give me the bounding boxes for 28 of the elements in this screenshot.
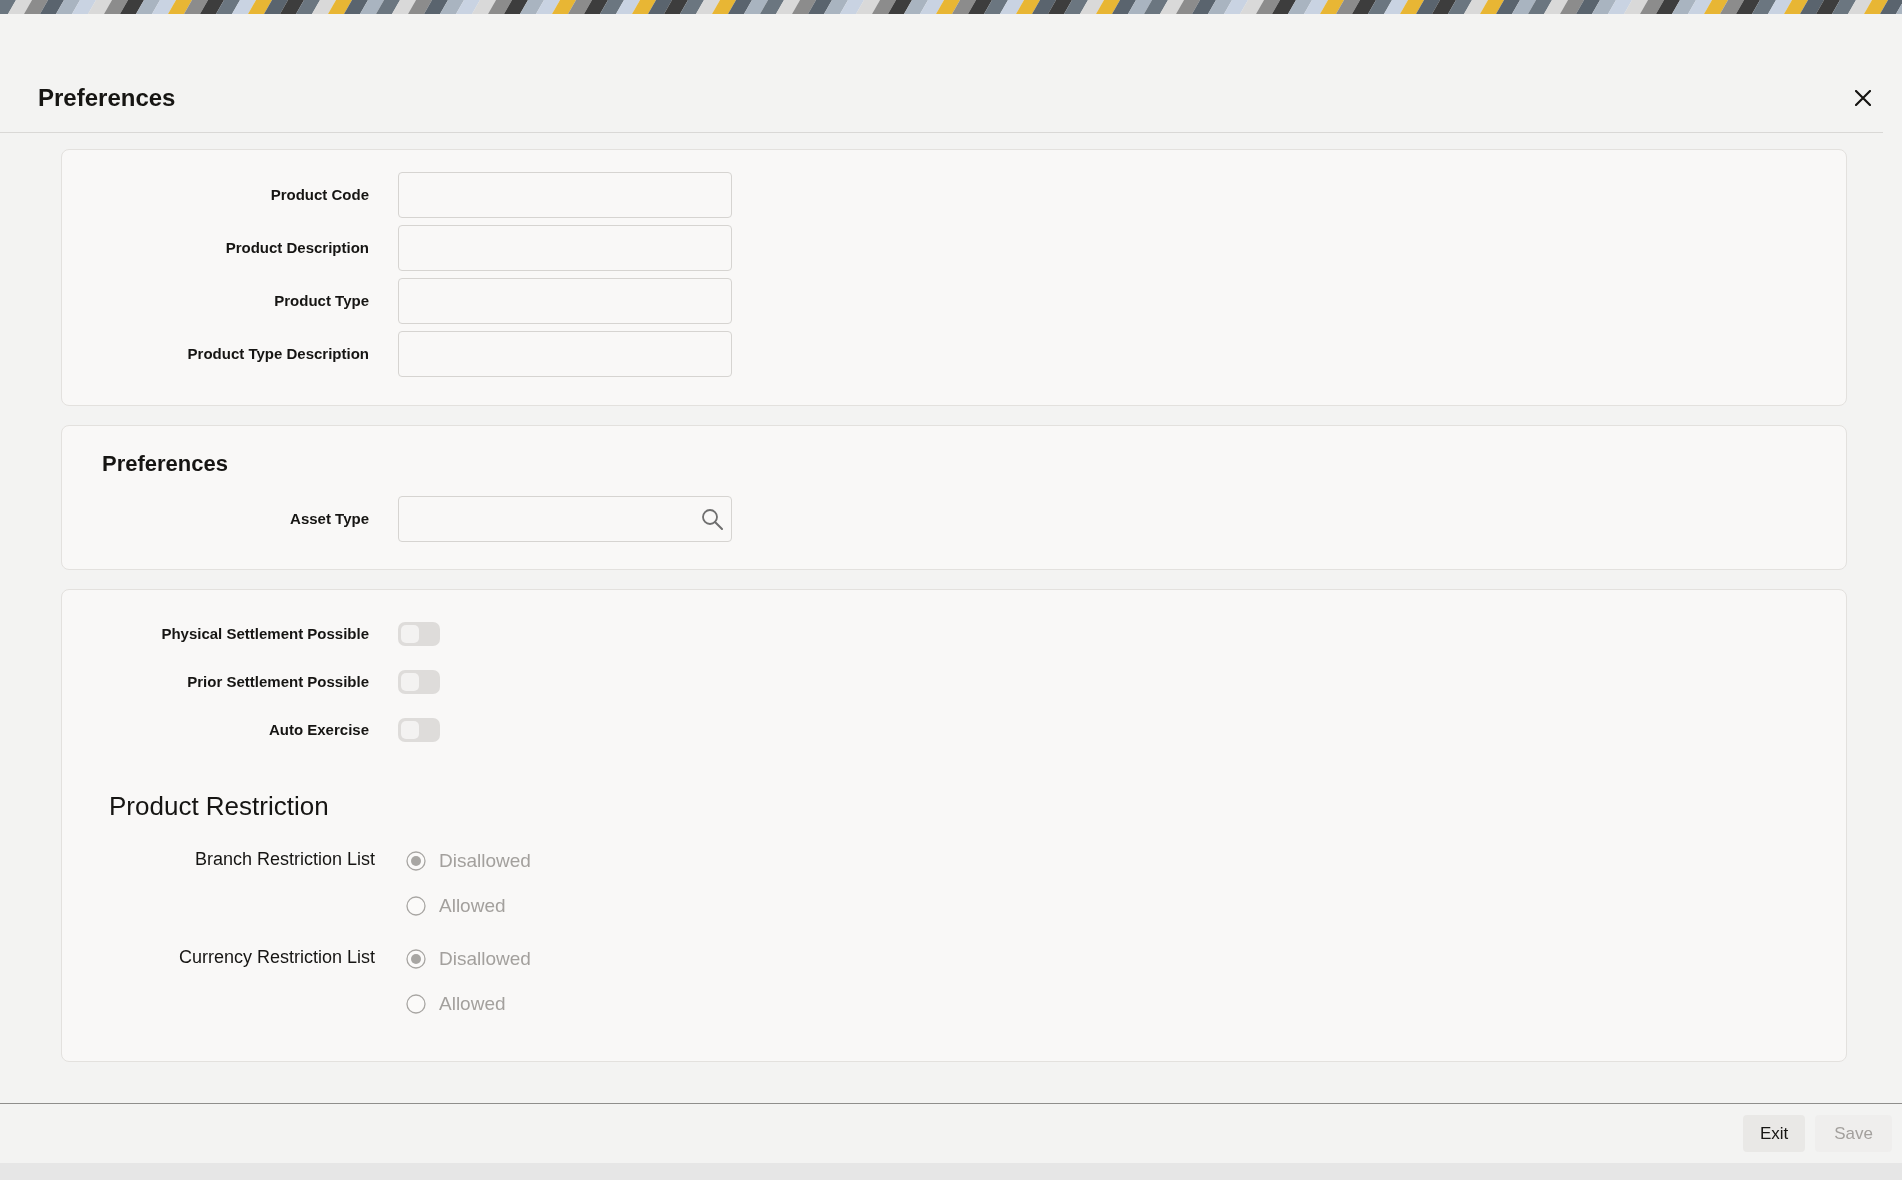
radio-label: Disallowed bbox=[439, 848, 531, 873]
field-label: Product Code bbox=[269, 184, 369, 205]
field-label: Product Type Description bbox=[186, 343, 369, 364]
section-heading: Preferences bbox=[101, 450, 228, 478]
radio-label: Allowed bbox=[439, 991, 506, 1016]
field-label: Product Type bbox=[273, 290, 369, 311]
radio-group-label: Currency Restriction List bbox=[177, 946, 375, 968]
input-field[interactable] bbox=[398, 278, 732, 324]
toggle-switch[interactable] bbox=[398, 718, 440, 742]
radio-label: Disallowed bbox=[439, 946, 531, 971]
input-field[interactable] bbox=[398, 496, 732, 542]
toggle-label: Auto Exercise bbox=[267, 719, 369, 740]
section-heading: Product Restriction bbox=[108, 790, 329, 823]
radio-group-label: Branch Restriction List bbox=[193, 848, 375, 870]
input-field[interactable] bbox=[398, 172, 732, 218]
close-icon[interactable] bbox=[1855, 90, 1871, 106]
exit-button[interactable]: Exit bbox=[1742, 1115, 1806, 1152]
search-icon[interactable] bbox=[701, 508, 723, 530]
input-field[interactable] bbox=[398, 225, 732, 271]
toggle-label: Physical Settlement Possible bbox=[160, 623, 369, 644]
field-label: Asset Type bbox=[289, 508, 369, 529]
radio-label: Allowed bbox=[439, 893, 506, 918]
toggle-switch[interactable] bbox=[398, 670, 440, 694]
dialog-title: Preferences bbox=[38, 83, 176, 113]
input-field[interactable] bbox=[398, 331, 732, 377]
field-label: Product Description bbox=[224, 237, 369, 258]
toggle-label: Prior Settlement Possible bbox=[186, 671, 369, 692]
toggle-switch[interactable] bbox=[398, 622, 440, 646]
